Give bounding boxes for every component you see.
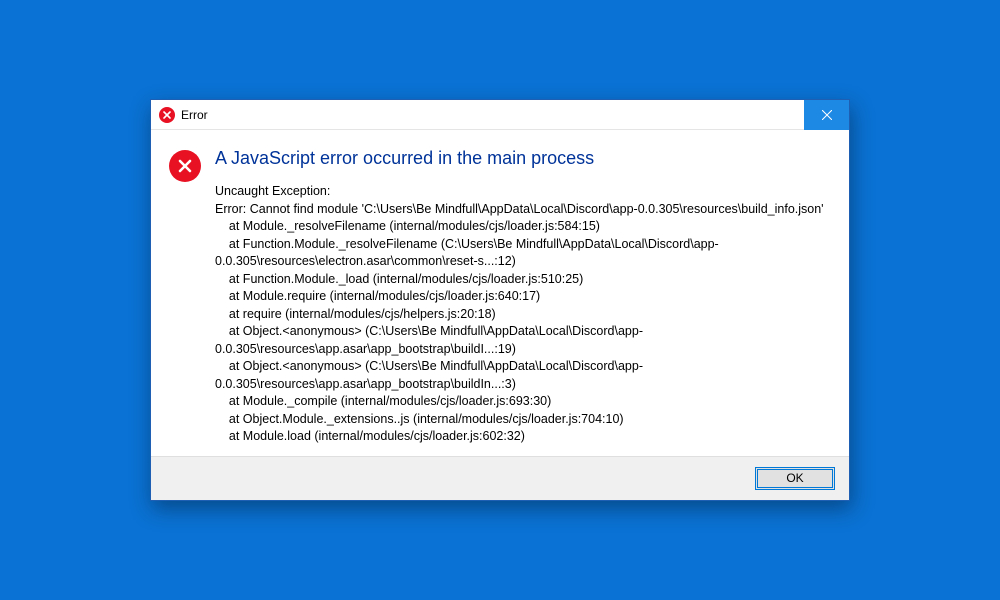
close-icon (822, 110, 832, 120)
content-body: A JavaScript error occurred in the main … (215, 148, 827, 446)
error-dialog: Error A JavaScript error occurred in the… (150, 99, 850, 501)
close-button[interactable] (804, 100, 849, 130)
error-icon (159, 107, 175, 123)
ok-button[interactable]: OK (755, 467, 835, 490)
dialog-content: A JavaScript error occurred in the main … (151, 130, 849, 456)
error-icon (169, 150, 201, 182)
titlebar: Error (151, 100, 849, 130)
dialog-footer: OK (151, 456, 849, 500)
titlebar-text: Error (181, 108, 804, 122)
dialog-body-text: Uncaught Exception: Error: Cannot find m… (215, 183, 827, 446)
dialog-heading: A JavaScript error occurred in the main … (215, 148, 827, 169)
